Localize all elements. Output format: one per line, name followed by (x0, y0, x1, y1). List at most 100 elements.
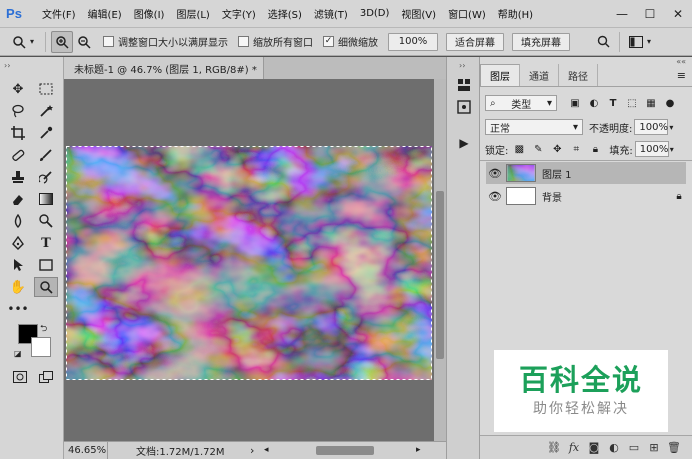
swap-colors-icon[interactable]: ⮌ (40, 321, 47, 337)
vertical-scroll-thumb[interactable] (436, 191, 444, 359)
filter-adjustment-icon[interactable]: ◐ (586, 95, 602, 111)
menu-file[interactable]: 文件(F) (42, 6, 76, 21)
quick-mask-icon[interactable] (8, 367, 32, 387)
menu-3d[interactable]: 3D(D) (360, 8, 390, 19)
vertical-scrollbar[interactable] (434, 79, 446, 441)
fill-input[interactable]: 100% (634, 141, 669, 157)
link-layers-icon[interactable]: ⛓︎ (544, 441, 564, 454)
hand-tool-icon[interactable]: ✋ (6, 277, 30, 297)
tab-layers[interactable]: 图层 (480, 64, 520, 86)
zoom-tool-preset-icon[interactable] (8, 31, 30, 53)
type-tool-icon[interactable]: T (34, 233, 58, 253)
menu-help[interactable]: 帮助(H) (498, 6, 533, 21)
preset-dropdown-arrow-icon[interactable]: ▾ (30, 37, 34, 46)
scroll-left-icon[interactable]: ◂ (264, 445, 269, 455)
gradient-tool-icon[interactable] (34, 189, 58, 209)
menu-select[interactable]: 选择(S) (268, 6, 302, 21)
zoom-100-button[interactable]: 100% (388, 32, 439, 51)
fill-screen-button[interactable]: 填充屏幕 (512, 32, 571, 51)
menu-layer[interactable]: 图层(L) (176, 6, 209, 21)
panel-menu-icon[interactable]: ≡ (677, 69, 686, 82)
crop-tool-icon[interactable] (6, 123, 30, 143)
default-colors-icon[interactable]: ◪ (14, 349, 22, 358)
new-layer-icon[interactable]: ⊞ (644, 441, 664, 454)
status-bar: 46.65% 文档:1.72M/1.72M › ◂ ▸ (64, 441, 446, 459)
horizontal-scroll-thumb[interactable] (316, 446, 374, 455)
magic-wand-tool-icon[interactable] (34, 101, 58, 121)
healing-brush-tool-icon[interactable] (6, 145, 30, 165)
scroll-right-icon[interactable]: ▸ (416, 445, 421, 455)
layer-row-layer1[interactable]: 👁︎ 图层 1 (486, 162, 686, 184)
opacity-dropdown-icon[interactable]: ▾ (669, 123, 673, 132)
menu-view[interactable]: 视图(V) (401, 6, 436, 21)
layer-row-background[interactable]: 👁︎ 背景 🔒︎ (486, 185, 686, 207)
search-icon[interactable] (592, 31, 614, 53)
filter-type-icon[interactable]: T (605, 95, 621, 111)
properties-panel-icon[interactable] (454, 97, 474, 117)
collapse-dock-icon[interactable]: ›› (459, 61, 465, 70)
filter-smart-object-icon[interactable]: ▦ (643, 95, 659, 111)
adjustment-layer-icon[interactable]: ◐ (604, 441, 624, 454)
filter-shape-icon[interactable]: ⬚ (624, 95, 640, 111)
blur-tool-icon[interactable] (6, 211, 30, 231)
zoom-all-windows-checkbox[interactable]: 缩放所有窗口 (238, 34, 313, 49)
actions-play-icon[interactable]: ▶ (454, 133, 474, 153)
lock-all-icon[interactable]: 🔒︎ (587, 141, 603, 157)
menu-edit[interactable]: 编辑(E) (88, 6, 122, 21)
blend-mode-select[interactable]: 正常 ▾ (485, 119, 583, 135)
brush-tool-icon[interactable] (34, 145, 58, 165)
lock-transparent-icon[interactable]: ▩ (511, 141, 527, 157)
zoom-level-field[interactable]: 46.65% (64, 442, 108, 459)
lock-artboard-icon[interactable]: ⌗ (568, 141, 584, 157)
rectangle-tool-icon[interactable] (34, 255, 58, 275)
maximize-button[interactable]: ☐ (636, 0, 664, 28)
zoom-tool-icon[interactable] (34, 277, 58, 297)
opacity-input[interactable]: 100% (634, 119, 669, 135)
visibility-eye-icon[interactable]: 👁︎ (486, 167, 504, 180)
layer-style-icon[interactable]: fx (564, 441, 584, 454)
scrubby-zoom-checkbox[interactable]: ✓ 细微缩放 (323, 34, 378, 49)
menu-window[interactable]: 窗口(W) (448, 6, 486, 21)
background-color-swatch[interactable] (31, 337, 51, 357)
image-canvas[interactable] (66, 146, 432, 380)
eyedropper-tool-icon[interactable] (34, 123, 58, 143)
filter-pixel-icon[interactable]: ▣ (567, 95, 583, 111)
zoom-out-icon[interactable] (73, 31, 95, 53)
close-button[interactable]: ✕ (664, 0, 692, 28)
filter-toggle-icon[interactable]: ● (662, 95, 678, 111)
lock-pixels-icon[interactable]: ✎ (530, 141, 546, 157)
tab-channels[interactable]: 通道 (520, 64, 559, 86)
path-selection-tool-icon[interactable] (6, 255, 30, 275)
new-group-icon[interactable]: ▭ (624, 441, 644, 454)
marquee-tool-icon[interactable] (34, 79, 58, 99)
add-mask-icon[interactable]: ◙ (584, 441, 604, 454)
fit-screen-button[interactable]: 适合屏幕 (446, 32, 505, 51)
workspace-switcher-icon[interactable] (625, 31, 647, 53)
document-tab[interactable]: 未标题-1 @ 46.7% (图层 1, RGB/8#) * × (64, 57, 278, 79)
eraser-tool-icon[interactable] (6, 189, 30, 209)
filter-kind-select[interactable]: ⌕ 类型 ▾ (485, 95, 557, 111)
dodge-tool-icon[interactable] (34, 211, 58, 231)
tab-paths[interactable]: 路径 (559, 64, 598, 86)
fill-dropdown-icon[interactable]: ▾ (670, 145, 674, 154)
workspace-dropdown-arrow-icon[interactable]: ▾ (647, 37, 651, 46)
menu-filter[interactable]: 滤镜(T) (314, 6, 348, 21)
delete-layer-icon[interactable]: 🗑︎ (664, 441, 684, 454)
history-panel-icon[interactable] (454, 75, 474, 95)
menu-type[interactable]: 文字(Y) (222, 6, 256, 21)
lock-position-icon[interactable]: ✥ (549, 141, 565, 157)
pen-tool-icon[interactable] (6, 233, 30, 253)
lasso-tool-icon[interactable] (6, 101, 30, 121)
status-menu-arrow-icon[interactable]: › (250, 444, 254, 457)
history-brush-tool-icon[interactable] (34, 167, 58, 187)
clone-stamp-tool-icon[interactable] (6, 167, 30, 187)
collapse-toolbar-icon[interactable]: ›› (4, 61, 10, 70)
more-tools-icon[interactable]: ••• (6, 299, 30, 319)
visibility-eye-icon[interactable]: 👁︎ (486, 190, 504, 203)
menu-image[interactable]: 图像(I) (134, 6, 165, 21)
zoom-in-icon[interactable] (51, 30, 74, 53)
screen-mode-icon[interactable] (34, 367, 58, 387)
move-tool-icon[interactable]: ✥ (6, 79, 30, 99)
minimize-button[interactable]: — (608, 0, 636, 28)
resize-windows-checkbox[interactable]: 调整窗口大小以满屏显示 (103, 34, 228, 49)
